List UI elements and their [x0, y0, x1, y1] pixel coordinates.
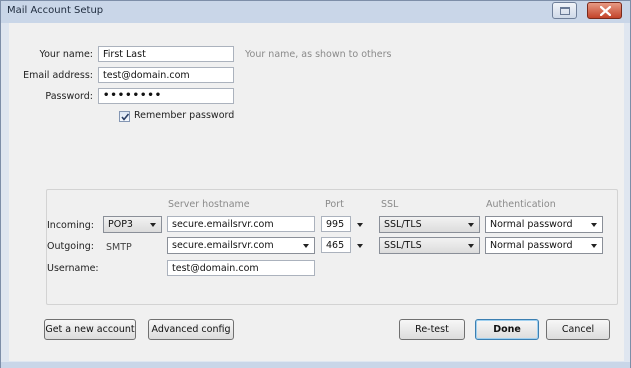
remember-password-checkbox[interactable] [119, 111, 130, 122]
chevron-down-icon[interactable] [357, 223, 363, 227]
authentication-header: Authentication [486, 199, 556, 210]
your-name-label: Your name: [39, 49, 93, 60]
incoming-port-input[interactable]: 995 [321, 216, 351, 232]
window-frame-bottom [1, 362, 630, 368]
chevron-down-icon [468, 244, 474, 248]
incoming-label: Incoming: [47, 220, 95, 231]
outgoing-hostname-select[interactable]: secure.emailsrvr.com [167, 237, 315, 254]
server-hostname-header: Server hostname [168, 199, 250, 210]
maximize-button[interactable] [552, 2, 577, 19]
incoming-auth-select[interactable]: Normal password [485, 216, 603, 233]
dialog-content: Your name: First Last Your name, as show… [9, 23, 624, 361]
incoming-auth-value: Normal password [490, 219, 573, 230]
outgoing-hostname-value: secure.emailsrvr.com [172, 240, 274, 251]
incoming-ssl-value: SSL/TLS [384, 219, 422, 230]
advanced-config-button[interactable]: Advanced config [148, 319, 234, 340]
ssl-header: SSL [381, 199, 399, 210]
remember-password-label[interactable]: Remember password [134, 110, 234, 121]
chevron-down-icon [591, 223, 597, 227]
outgoing-protocol-value: SMTP [106, 242, 132, 253]
outgoing-ssl-select[interactable]: SSL/TLS [379, 237, 480, 254]
outgoing-auth-value: Normal password [490, 240, 573, 251]
get-new-account-button[interactable]: Get a new account [44, 319, 136, 340]
incoming-hostname-input[interactable]: secure.emailsrvr.com [167, 216, 315, 232]
cancel-button[interactable]: Cancel [546, 319, 610, 340]
maximize-icon [560, 7, 570, 15]
done-button[interactable]: Done [475, 319, 539, 340]
password-input[interactable]: •••••••• [98, 88, 234, 104]
your-name-input[interactable]: First Last [98, 46, 234, 62]
chevron-down-icon [468, 223, 474, 227]
close-icon [600, 6, 611, 16]
retest-button[interactable]: Re-test [399, 319, 465, 340]
outgoing-ssl-value: SSL/TLS [384, 240, 422, 251]
checkmark-icon [121, 113, 130, 121]
username-label: Username: [47, 263, 99, 274]
email-address-label: Email address: [23, 70, 93, 81]
window-title: Mail Account Setup [7, 5, 104, 16]
port-header: Port [325, 199, 344, 210]
chevron-down-icon [150, 223, 156, 227]
incoming-protocol-select[interactable]: POP3 [103, 216, 162, 233]
your-name-hint: Your name, as shown to others [245, 49, 392, 60]
outgoing-auth-select[interactable]: Normal password [485, 237, 603, 254]
email-address-input[interactable]: test@domain.com [98, 67, 234, 83]
mail-account-setup-window: Mail Account Setup Your name: First Last… [0, 0, 631, 368]
outgoing-label: Outgoing: [47, 241, 94, 252]
title-bar[interactable]: Mail Account Setup [1, 1, 630, 23]
outgoing-port-input[interactable]: 465 [321, 237, 351, 253]
close-button[interactable] [587, 2, 622, 19]
incoming-protocol-value: POP3 [108, 219, 133, 230]
chevron-down-icon [591, 244, 597, 248]
chevron-down-icon[interactable] [357, 244, 363, 248]
username-input[interactable]: test@domain.com [167, 260, 315, 276]
chevron-down-icon [303, 244, 309, 248]
incoming-ssl-select[interactable]: SSL/TLS [379, 216, 480, 233]
password-label: Password: [45, 91, 93, 102]
